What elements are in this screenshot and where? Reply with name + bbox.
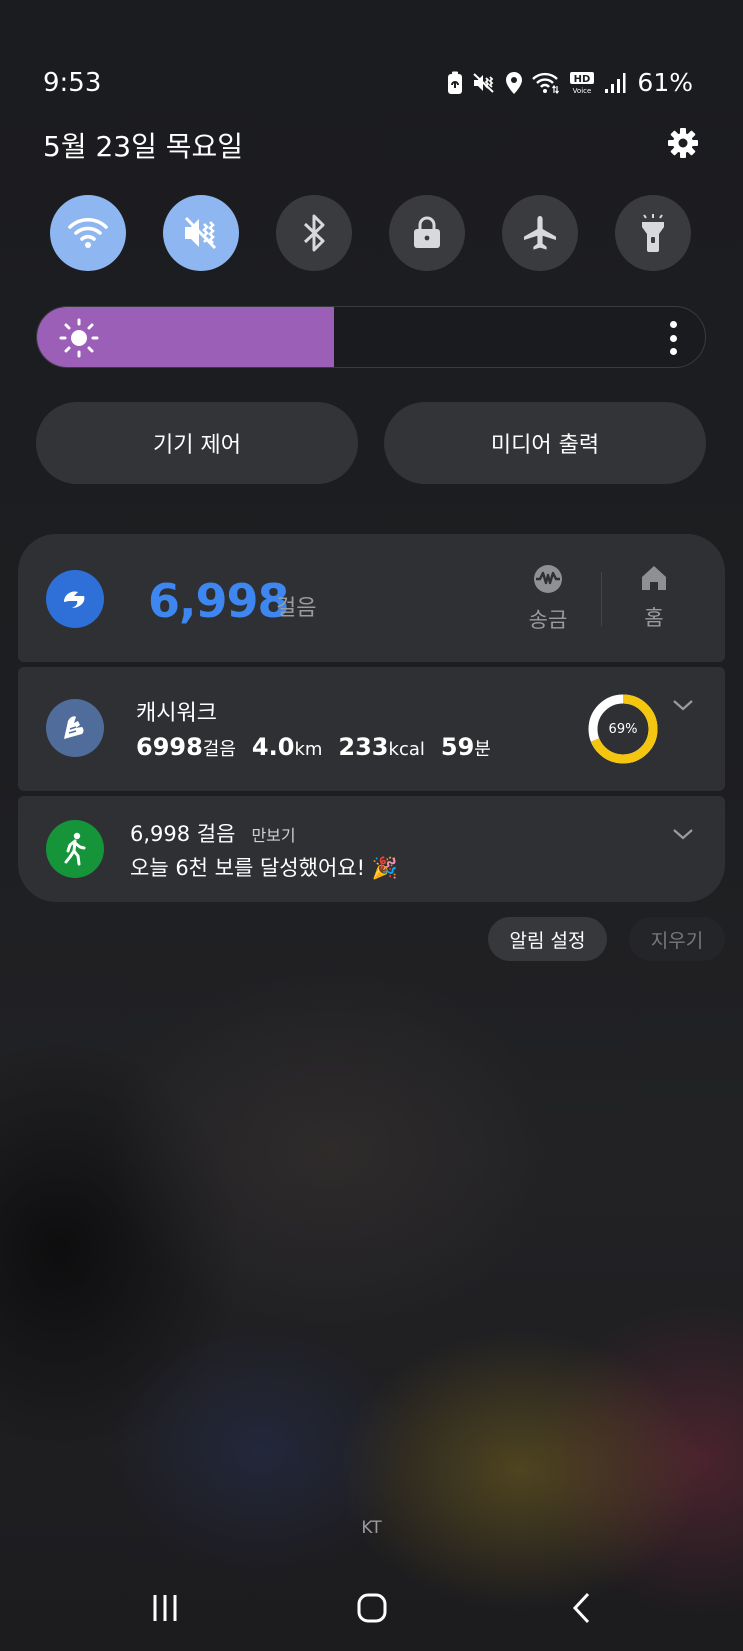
pedometer-app-icon <box>46 820 104 878</box>
carrier-label: KT <box>361 1518 382 1538</box>
home-icon <box>642 566 666 590</box>
airplane-icon <box>524 216 556 250</box>
cashwalk-notification[interactable]: 캐시워크 6998걸음 4.0km 233kcal 59분 69% <box>18 667 725 791</box>
status-icons: HD Voice 61% <box>447 68 693 97</box>
navigation-bar <box>0 1578 743 1638</box>
date-label: 5월 23일 목요일 <box>43 130 244 163</box>
remit-action-button[interactable]: 송금 <box>508 564 588 634</box>
chevron-down-icon[interactable] <box>671 697 695 713</box>
brightness-sun-icon <box>59 318 99 358</box>
chevron-down-icon[interactable] <box>671 826 695 842</box>
remit-label: 송금 <box>528 608 568 632</box>
bluetooth-icon <box>303 214 325 252</box>
cashwalk-distance-unit: km <box>294 739 323 760</box>
device-control-button[interactable]: 기기 제어 <box>36 402 358 484</box>
home-circle-icon <box>357 1593 387 1623</box>
steps-widget-card[interactable]: 6,998 걸음 송금 홈 <box>18 534 725 662</box>
sneaker-icon <box>64 716 84 739</box>
home-nav-button[interactable] <box>342 1578 402 1638</box>
steps-app-icon <box>46 570 104 628</box>
pedometer-message: 오늘 6천 보를 달성했어요! 🎉 <box>130 856 398 880</box>
location-icon <box>506 71 523 94</box>
date-row: 5월 23일 목요일 <box>43 123 703 163</box>
home-action-button[interactable]: 홈 <box>614 564 694 632</box>
cashwalk-minutes-value: 59 <box>440 733 475 761</box>
pedometer-notification[interactable]: 6,998 걸음 만보기 오늘 6천 보를 달성했어요! 🎉 <box>18 796 725 902</box>
more-dot <box>669 348 677 355</box>
qs-wifi-tile[interactable] <box>50 195 126 271</box>
qs-sound-tile[interactable] <box>163 195 239 271</box>
pedometer-app-name: 만보기 <box>251 826 296 845</box>
cashwalk-title: 캐시워크 <box>136 701 217 726</box>
hd-voice-icon: HD Voice <box>570 71 595 95</box>
wifi-icon <box>68 217 108 248</box>
quick-settings-row <box>50 195 692 271</box>
wifi-calling-icon <box>532 72 560 94</box>
qs-bluetooth-tile[interactable] <box>276 195 352 271</box>
qs-flashlight-tile[interactable] <box>615 195 691 271</box>
cashwalk-minutes-unit: 분 <box>474 739 491 760</box>
cashwalk-kcal-unit: kcal <box>388 739 425 760</box>
action-divider <box>601 572 602 626</box>
svg-text:HD: HD <box>574 74 591 85</box>
home-label: 홈 <box>644 606 664 630</box>
clear-notifications-button[interactable]: 지우기 <box>629 917 725 961</box>
cashwalk-kcal-stat: 233kcal <box>338 733 424 761</box>
recent-apps-icon <box>153 1595 177 1621</box>
cashwalk-distance-stat: 4.0km <box>252 733 322 761</box>
cashwalk-progress-label: 69% <box>608 721 638 737</box>
cashwalk-minutes-stat: 59분 <box>441 733 491 761</box>
svg-text:Voice: Voice <box>573 87 592 95</box>
signal-icon <box>605 72 626 93</box>
swirl-logo-icon <box>64 591 85 608</box>
recent-apps-button[interactable] <box>135 1578 195 1638</box>
remit-icon <box>534 565 562 593</box>
walking-person-icon <box>64 832 86 866</box>
battery-percent: 61% <box>637 68 693 97</box>
pedometer-title: 6,998 걸음 <box>130 822 236 846</box>
status-bar: 9:53 HD Voice 61% <box>0 62 743 106</box>
lock-rotation-icon <box>414 216 440 248</box>
settings-button[interactable] <box>663 123 703 163</box>
flashlight-icon <box>642 214 664 252</box>
cashwalk-steps-stat: 6998걸음 <box>136 733 236 761</box>
cashwalk-steps-value: 6998 <box>136 733 203 761</box>
cashwalk-distance-value: 4.0 <box>251 733 295 761</box>
back-arrow-icon <box>572 1592 590 1624</box>
gear-icon <box>668 128 698 158</box>
clock: 9:53 <box>43 68 102 98</box>
steps-count: 6,998 <box>148 574 290 628</box>
pedometer-title-row: 6,998 걸음 만보기 <box>130 818 296 848</box>
cashwalk-kcal-value: 233 <box>338 733 389 761</box>
vibrate-mute-icon <box>473 72 495 93</box>
more-dot <box>669 321 677 328</box>
qs-rotation-lock-tile[interactable] <box>389 195 465 271</box>
cashwalk-app-icon <box>46 699 104 757</box>
brightness-slider[interactable] <box>36 306 706 368</box>
cashwalk-stats: 6998걸음 4.0km 233kcal 59분 <box>136 733 491 761</box>
back-button[interactable] <box>552 1578 612 1638</box>
battery-saver-icon <box>448 71 463 94</box>
media-output-button[interactable]: 미디어 출력 <box>384 402 706 484</box>
notification-settings-button[interactable]: 알림 설정 <box>488 917 607 961</box>
cashwalk-steps-unit: 걸음 <box>202 739 236 760</box>
more-dot <box>669 334 677 342</box>
brightness-more-button[interactable] <box>663 321 683 355</box>
sound-vibrate-icon <box>184 216 217 250</box>
qs-airplane-tile[interactable] <box>502 195 578 271</box>
steps-unit: 걸음 <box>276 596 317 621</box>
